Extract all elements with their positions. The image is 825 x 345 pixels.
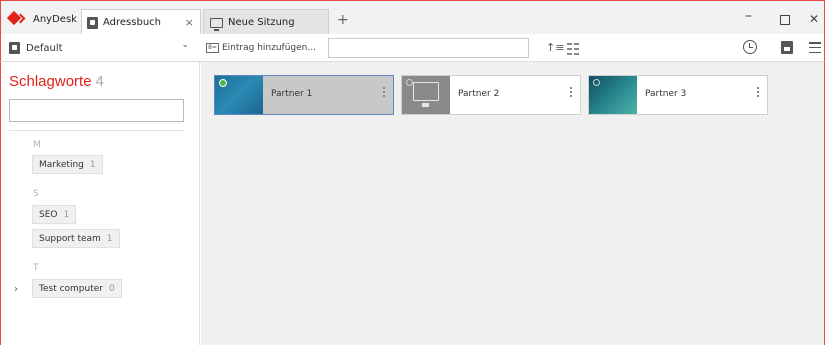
maximize-button[interactable] [780,15,790,25]
more-options-icon[interactable] [757,87,760,97]
monitor-icon [210,17,223,31]
sidebar-title-text: Schlagworte [9,73,92,90]
title-bar: AnyDesk Adressbuch × Neue Sitzung + – ✕ [0,0,825,35]
more-options-icon[interactable] [570,87,573,97]
partner-thumbnail [402,76,450,114]
more-options-icon[interactable] [383,87,386,97]
app-name: AnyDesk [33,13,77,25]
tab-neue-sitzung[interactable]: Neue Sitzung [203,9,329,35]
tab-label: Neue Sitzung [228,17,295,28]
partner-card-3[interactable]: Partner 3 [588,75,768,115]
tab-adressbuch[interactable]: Adressbuch × [81,9,201,35]
tag-filter-input[interactable] [9,99,184,122]
partner-card-1[interactable]: Partner 1 [214,75,394,115]
tag-label: Marketing [39,159,84,170]
entry-search-input[interactable] [328,38,529,58]
new-tab-button[interactable]: + [337,12,349,28]
minimize-button[interactable]: – [745,8,752,24]
partner-name: Partner 1 [271,89,313,99]
tag-item-count: 1 [106,233,113,244]
tag-label: Support team [39,233,101,244]
divider [9,130,184,131]
partner-card-2[interactable]: Partner 2 [401,75,581,115]
group-letter-s: S [33,189,39,199]
sort-icon[interactable]: ↑≡ [546,41,564,54]
address-book-save-icon[interactable] [781,41,793,54]
add-entry-icon: 8= [206,42,219,53]
tag-test-computer[interactable]: Test computer 0 [32,279,122,298]
anydesk-logo-icon [6,10,29,27]
sidebar-title: Schlagworte 4 [9,73,104,90]
partner-name: Partner 2 [458,89,500,99]
app-brand: AnyDesk [6,10,77,27]
partner-name: Partner 3 [645,89,687,99]
view-grid-icon[interactable] [567,42,579,55]
address-book-icon [87,16,98,29]
tag-support-team[interactable]: Support team 1 [32,229,120,248]
add-entry-button[interactable]: 8= Eintrag hinzufügen... [206,38,326,57]
group-letter-m: M [33,140,41,150]
hamburger-menu-icon[interactable] [809,42,821,53]
toolbar: Default ⌄ 8= Eintrag hinzufügen... ↑≡ [0,34,825,62]
close-window-button[interactable]: ✕ [809,12,819,26]
partner-thumbnail [215,76,263,114]
tag-count: 4 [95,73,104,90]
close-tab-icon[interactable]: × [185,16,194,29]
partner-grid: Partner 1 Partner 2 Partner 3 [201,62,825,345]
online-status-icon [219,79,227,87]
monitor-icon [413,82,439,107]
offline-status-icon [593,79,600,86]
tag-item-count: 0 [109,283,115,294]
tag-item-count: 1 [63,209,70,220]
chevron-down-icon: ⌄ [181,40,189,50]
tag-marketing[interactable]: Marketing 1 [32,155,103,174]
tags-sidebar: Schlagworte 4 M Marketing 1 S SEO 1 Support… [0,62,200,345]
group-letter-t: T [33,263,39,273]
address-book-icon [9,42,20,54]
offline-status-icon [406,79,413,86]
expand-arrow-icon[interactable]: › [14,284,18,295]
tag-item-count: 1 [89,159,96,170]
tag-label: SEO [39,209,58,220]
tab-label: Adressbuch [103,17,161,28]
partner-thumbnail [589,76,637,114]
tag-label: Test computer [39,283,103,294]
address-book-select[interactable]: Default ⌄ [9,39,195,57]
add-entry-label: Eintrag hinzufügen... [222,42,316,53]
history-icon[interactable] [743,40,757,54]
address-book-name: Default [26,42,63,54]
tag-seo[interactable]: SEO 1 [32,205,77,224]
